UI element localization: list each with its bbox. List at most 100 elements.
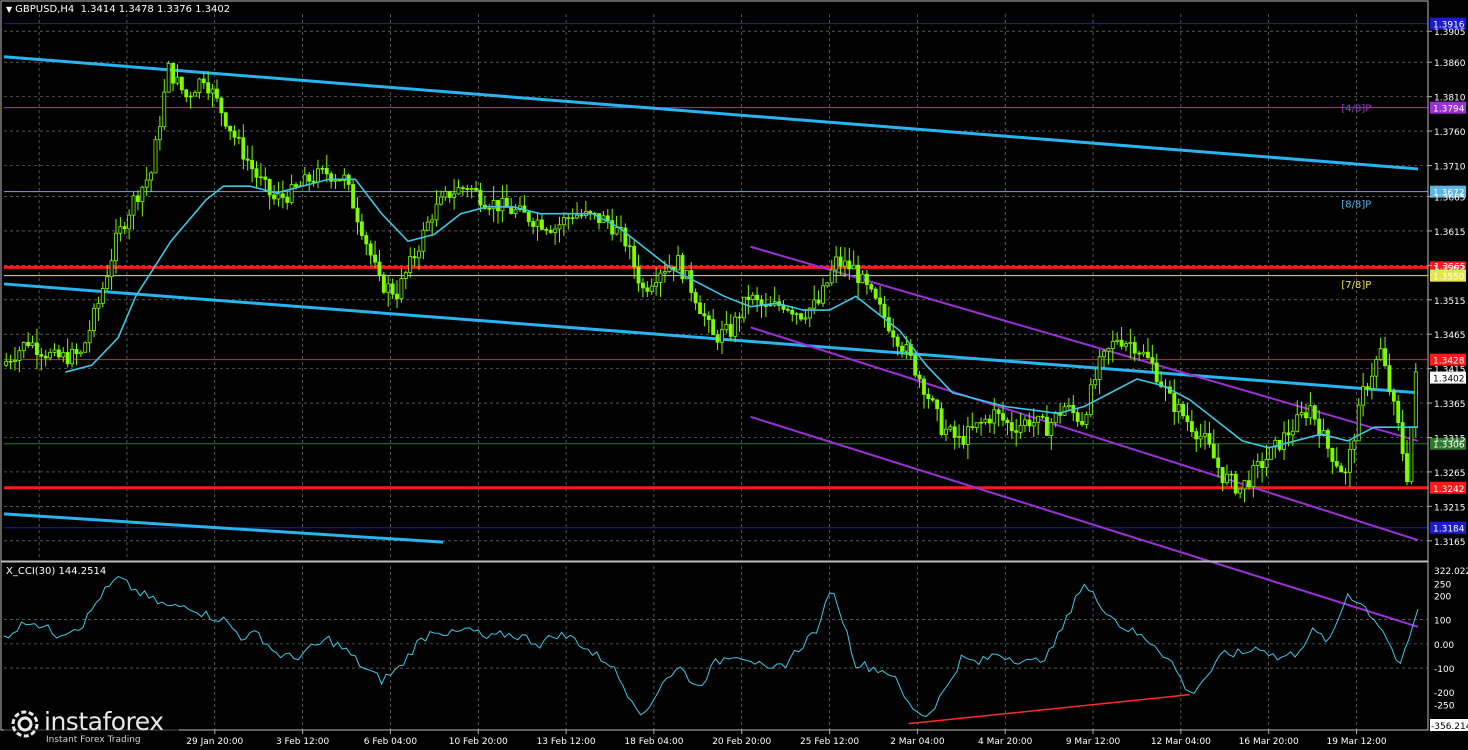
candle-body bbox=[421, 229, 426, 252]
candle-body bbox=[1233, 473, 1238, 494]
candle-body bbox=[465, 188, 470, 190]
price-tick-label: 1.3905 bbox=[1434, 28, 1466, 38]
candle-body bbox=[706, 315, 711, 320]
candle-body bbox=[377, 261, 382, 276]
price-tick-label: 1.3665 bbox=[1434, 193, 1466, 203]
candle-body bbox=[1334, 461, 1339, 467]
candle-body bbox=[359, 221, 364, 236]
candle-body bbox=[750, 294, 755, 300]
candle-body bbox=[763, 305, 768, 307]
candle-body bbox=[403, 272, 408, 279]
candle-body bbox=[1203, 433, 1207, 437]
candle-body bbox=[263, 176, 268, 180]
candle-body bbox=[228, 125, 233, 132]
candle-body bbox=[939, 408, 944, 435]
candle-body bbox=[649, 285, 654, 292]
candle-body bbox=[478, 189, 483, 206]
level-price-label: 1.3794 bbox=[1433, 105, 1465, 115]
candle-body bbox=[825, 282, 830, 287]
candle-body bbox=[408, 256, 413, 273]
candle-body bbox=[52, 349, 57, 353]
trend-lines bbox=[3, 55, 1419, 628]
candle-body bbox=[1172, 392, 1177, 413]
candle-body bbox=[838, 256, 843, 267]
candle-body bbox=[48, 352, 53, 359]
candle-body bbox=[1036, 415, 1041, 423]
candle-body bbox=[496, 200, 500, 212]
candle-body bbox=[566, 217, 571, 219]
price-chart[interactable]: [4/8]P [8/8]P [7/8]P 1.39161.37941.36721.3… bbox=[0, 0, 1468, 750]
candle-body bbox=[882, 303, 887, 318]
candle-body bbox=[711, 319, 716, 336]
logo-tagline: Instant Forex Trading bbox=[46, 735, 141, 745]
candle-body bbox=[307, 174, 312, 182]
candle-body bbox=[140, 186, 145, 202]
candle-body bbox=[122, 226, 127, 230]
candle-body bbox=[614, 227, 619, 235]
candle-body bbox=[153, 139, 158, 174]
candle-body bbox=[219, 97, 224, 114]
candle-body bbox=[39, 354, 44, 357]
price-tick-label: 1.3515 bbox=[1434, 297, 1466, 307]
candle-body bbox=[535, 219, 540, 227]
candle-body bbox=[210, 88, 215, 94]
candle-body bbox=[768, 304, 773, 307]
candle-body bbox=[162, 91, 167, 128]
candle-body bbox=[1229, 473, 1234, 476]
candle-body bbox=[118, 226, 123, 234]
candle-body bbox=[399, 278, 404, 300]
candle-body bbox=[1369, 375, 1374, 389]
candle-body bbox=[662, 271, 667, 274]
candle-body bbox=[1242, 480, 1247, 490]
candle-body bbox=[640, 282, 645, 289]
candle-body bbox=[469, 188, 474, 190]
candle-body bbox=[96, 302, 101, 309]
candle-body bbox=[1374, 359, 1379, 377]
candle-body bbox=[926, 393, 931, 400]
menu-triangle-icon[interactable]: ▼ bbox=[6, 5, 12, 14]
candle-body bbox=[561, 217, 566, 226]
candle-body bbox=[1014, 430, 1019, 433]
candle-body bbox=[280, 193, 285, 198]
price-tick-label: 1.3215 bbox=[1434, 503, 1466, 513]
candle-body bbox=[803, 317, 808, 320]
candle-body bbox=[821, 285, 825, 304]
time-tick-label: 25 Feb 12:00 bbox=[800, 737, 859, 747]
candle-body bbox=[992, 409, 997, 424]
candle-body bbox=[632, 245, 637, 268]
time-tick-label: 13 Feb 12:00 bbox=[537, 737, 596, 747]
candle-body bbox=[78, 351, 83, 355]
candle-body bbox=[316, 168, 320, 183]
candle-body bbox=[1005, 419, 1010, 423]
candle-body bbox=[245, 158, 250, 161]
candle-body bbox=[1066, 404, 1071, 408]
price-tick-label: 1.3760 bbox=[1434, 128, 1466, 138]
candle-body bbox=[500, 197, 505, 212]
candle-body bbox=[1132, 342, 1137, 354]
candle-body bbox=[460, 187, 465, 189]
candle-body bbox=[438, 196, 443, 205]
candle-body bbox=[724, 324, 729, 331]
candle-body bbox=[847, 260, 852, 270]
candle-body bbox=[1282, 432, 1287, 450]
candle-body bbox=[605, 215, 610, 222]
candle-body bbox=[755, 294, 760, 301]
candle-body bbox=[232, 130, 237, 138]
candle-body bbox=[1031, 422, 1036, 427]
candle-body bbox=[702, 313, 707, 317]
candle-body bbox=[241, 137, 246, 160]
candle-body bbox=[1110, 341, 1115, 349]
candle-body bbox=[65, 352, 70, 365]
candle-body bbox=[829, 269, 834, 284]
candle-body bbox=[417, 250, 421, 259]
candle-body bbox=[689, 270, 694, 293]
price-tick-label: 1.3615 bbox=[1434, 228, 1466, 238]
candle-body bbox=[114, 232, 118, 262]
candle-body bbox=[83, 342, 88, 353]
price-tick-label: 1.3315 bbox=[1434, 434, 1466, 444]
candle-body bbox=[135, 195, 140, 202]
candle-body bbox=[1124, 343, 1128, 347]
candle-body bbox=[720, 329, 724, 343]
grid bbox=[4, 14, 1428, 730]
cci-tick-label: -200 bbox=[1434, 689, 1455, 699]
